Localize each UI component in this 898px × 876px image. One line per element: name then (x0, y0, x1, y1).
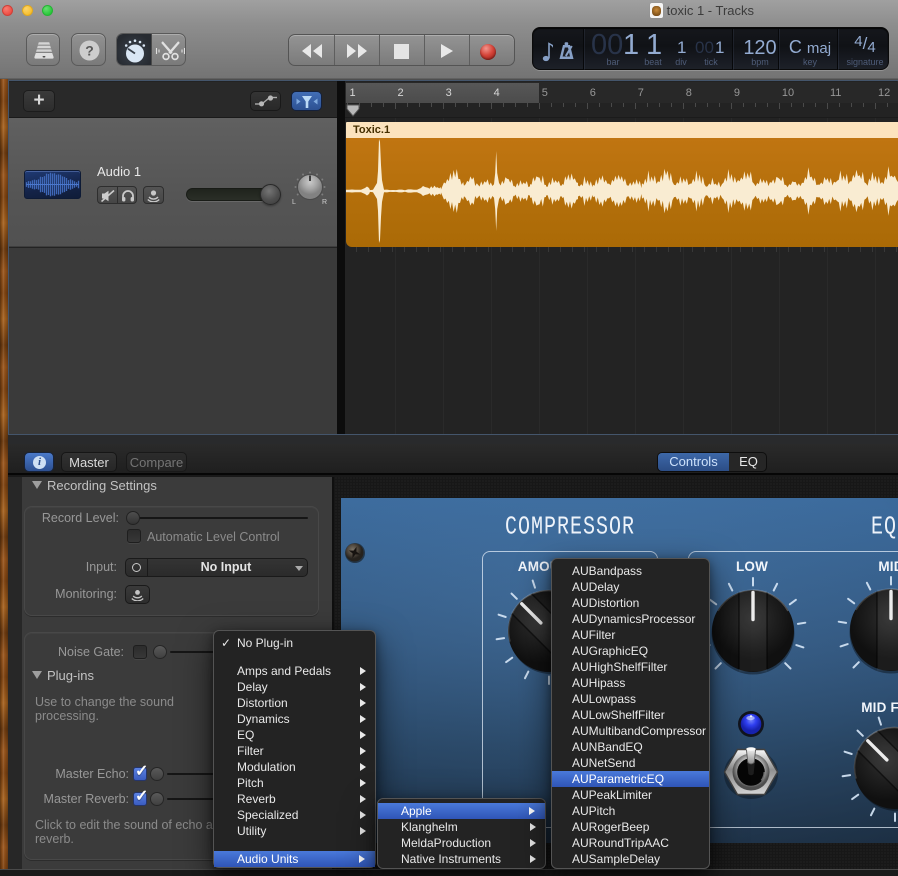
svg-text:?: ? (85, 43, 94, 59)
